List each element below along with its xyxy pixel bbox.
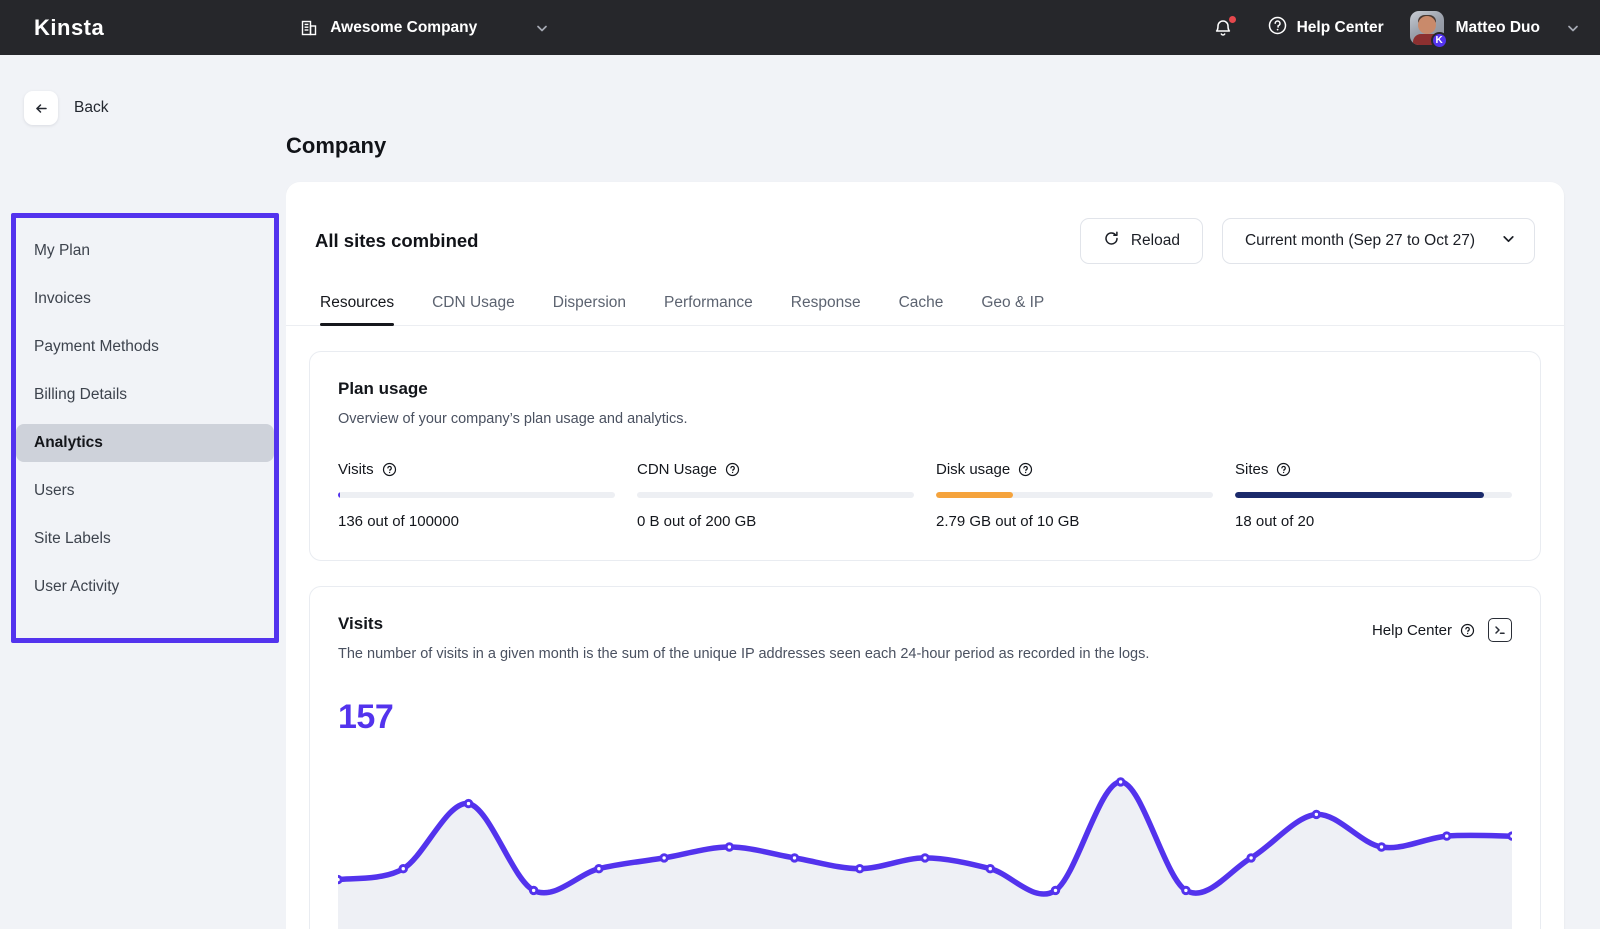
question-circle-icon[interactable] xyxy=(382,462,397,477)
arrow-left-icon xyxy=(24,91,58,125)
sidebar-item-my-plan[interactable]: My Plan xyxy=(16,232,274,270)
tab-performance[interactable]: Performance xyxy=(664,294,753,325)
visits-area-chart[interactable] xyxy=(338,753,1512,929)
question-circle-icon[interactable] xyxy=(1276,462,1291,477)
metric-sites: Sites xyxy=(1235,461,1512,530)
question-circle-icon[interactable] xyxy=(725,462,740,477)
sidebar-nav: My Plan Invoices Payment Methods Billing… xyxy=(16,218,274,616)
visits-help-center-link[interactable]: Help Center xyxy=(1372,622,1475,639)
help-center-label: Help Center xyxy=(1297,19,1384,37)
bell-icon xyxy=(1211,26,1234,43)
user-menu[interactable]: K Matteo Duo xyxy=(1410,11,1580,45)
metric-visits-bar xyxy=(338,492,615,498)
kinsta-logo: Kinsta xyxy=(34,15,104,41)
analytics-tabs: Resources CDN Usage Dispersion Performan… xyxy=(286,264,1564,326)
main-content: Company All sites combined Reload xyxy=(286,55,1600,929)
metric-cdn-usage-value: 0 B out of 200 GB xyxy=(637,513,914,530)
plan-usage-metrics: Visits xyxy=(338,461,1512,530)
visits-chart[interactable]: Sep 27Sep 28Sep 29Sep 30Oct 1Oct 2Oct 3O… xyxy=(338,753,1512,929)
metric-disk-usage-value: 2.79 GB out of 10 GB xyxy=(936,513,1213,530)
visits-panel: Visits The number of visits in a given m… xyxy=(309,586,1541,929)
metric-visits-label: Visits xyxy=(338,461,374,478)
reload-label: Reload xyxy=(1131,232,1180,250)
sidebar-item-payment-methods[interactable]: Payment Methods xyxy=(16,328,274,366)
plan-usage-title: Plan usage xyxy=(338,379,1512,399)
terminal-icon[interactable] xyxy=(1488,618,1512,642)
chevron-down-icon xyxy=(1501,231,1516,251)
tab-cache[interactable]: Cache xyxy=(899,294,944,325)
reload-button[interactable]: Reload xyxy=(1080,218,1203,264)
chevron-down-icon xyxy=(489,21,549,35)
sidebar-item-site-labels[interactable]: Site Labels xyxy=(16,520,274,558)
visits-title: Visits xyxy=(338,614,1149,634)
analytics-card: All sites combined Reload Current month … xyxy=(286,182,1564,929)
metric-cdn-usage-bar xyxy=(637,492,914,498)
metric-sites-bar xyxy=(1235,492,1512,498)
company-name: Awesome Company xyxy=(330,19,477,37)
metric-sites-value: 18 out of 20 xyxy=(1235,513,1512,530)
tab-resources[interactable]: Resources xyxy=(320,294,394,325)
chevron-down-icon xyxy=(1552,21,1580,35)
question-circle-icon[interactable] xyxy=(1018,462,1033,477)
sidebar-item-invoices[interactable]: Invoices xyxy=(16,280,274,318)
tab-cdn-usage[interactable]: CDN Usage xyxy=(432,294,515,325)
card-header-actions: Reload Current month (Sep 27 to Oct 27) xyxy=(1080,218,1535,264)
sidebar-item-billing-details[interactable]: Billing Details xyxy=(16,376,274,414)
avatar-kinsta-badge: K xyxy=(1431,32,1448,49)
user-name: Matteo Duo xyxy=(1456,19,1540,37)
refresh-icon xyxy=(1103,230,1120,252)
tab-dispersion[interactable]: Dispersion xyxy=(553,294,626,325)
notifications-button[interactable] xyxy=(1211,15,1237,41)
building-icon xyxy=(300,19,318,37)
topbar-right-group: Help Center K Matteo Duo xyxy=(1211,0,1580,55)
question-circle-icon xyxy=(1460,623,1475,638)
card-header: All sites combined Reload Current month … xyxy=(286,182,1564,264)
metric-visits: Visits xyxy=(338,461,615,530)
visits-help-center-label: Help Center xyxy=(1372,622,1452,639)
sidebar-item-user-activity[interactable]: User Activity xyxy=(16,568,274,606)
metric-sites-label: Sites xyxy=(1235,461,1268,478)
metric-disk-usage-label: Disk usage xyxy=(936,461,1010,478)
top-navigation-bar: Kinsta Awesome Company xyxy=(0,0,1600,55)
date-range-select[interactable]: Current month (Sep 27 to Oct 27) xyxy=(1222,218,1535,264)
help-center-button[interactable]: Help Center xyxy=(1267,15,1384,41)
metric-cdn-usage: CDN Usage xyxy=(637,461,914,530)
visits-total: 157 xyxy=(338,698,1512,737)
date-range-label: Current month (Sep 27 to Oct 27) xyxy=(1245,232,1475,250)
sidebar: Back My Plan Invoices Payment Methods Bi… xyxy=(0,55,286,929)
card-title: All sites combined xyxy=(315,230,478,252)
page-body: Back My Plan Invoices Payment Methods Bi… xyxy=(0,55,1600,929)
metric-disk-usage-bar xyxy=(936,492,1213,498)
plan-usage-panel: Plan usage Overview of your company’s pl… xyxy=(309,351,1541,561)
notification-dot xyxy=(1229,16,1236,23)
sidebar-item-analytics[interactable]: Analytics xyxy=(16,424,274,462)
page-title: Company xyxy=(286,133,1564,159)
sidebar-item-users[interactable]: Users xyxy=(16,472,274,510)
back-label: Back xyxy=(74,99,108,117)
metric-cdn-usage-label: CDN Usage xyxy=(637,461,717,478)
question-circle-icon xyxy=(1267,15,1288,41)
back-button[interactable]: Back xyxy=(24,91,286,125)
metric-visits-value: 136 out of 100000 xyxy=(338,513,615,530)
company-switcher[interactable]: Awesome Company xyxy=(300,19,549,37)
tab-response[interactable]: Response xyxy=(791,294,861,325)
tab-geo-ip[interactable]: Geo & IP xyxy=(981,294,1044,325)
plan-usage-subtitle: Overview of your company’s plan usage an… xyxy=(338,411,1512,427)
metric-disk-usage: Disk usage xyxy=(936,461,1213,530)
visits-description: The number of visits in a given month is… xyxy=(338,646,1149,662)
avatar: K xyxy=(1410,11,1444,45)
